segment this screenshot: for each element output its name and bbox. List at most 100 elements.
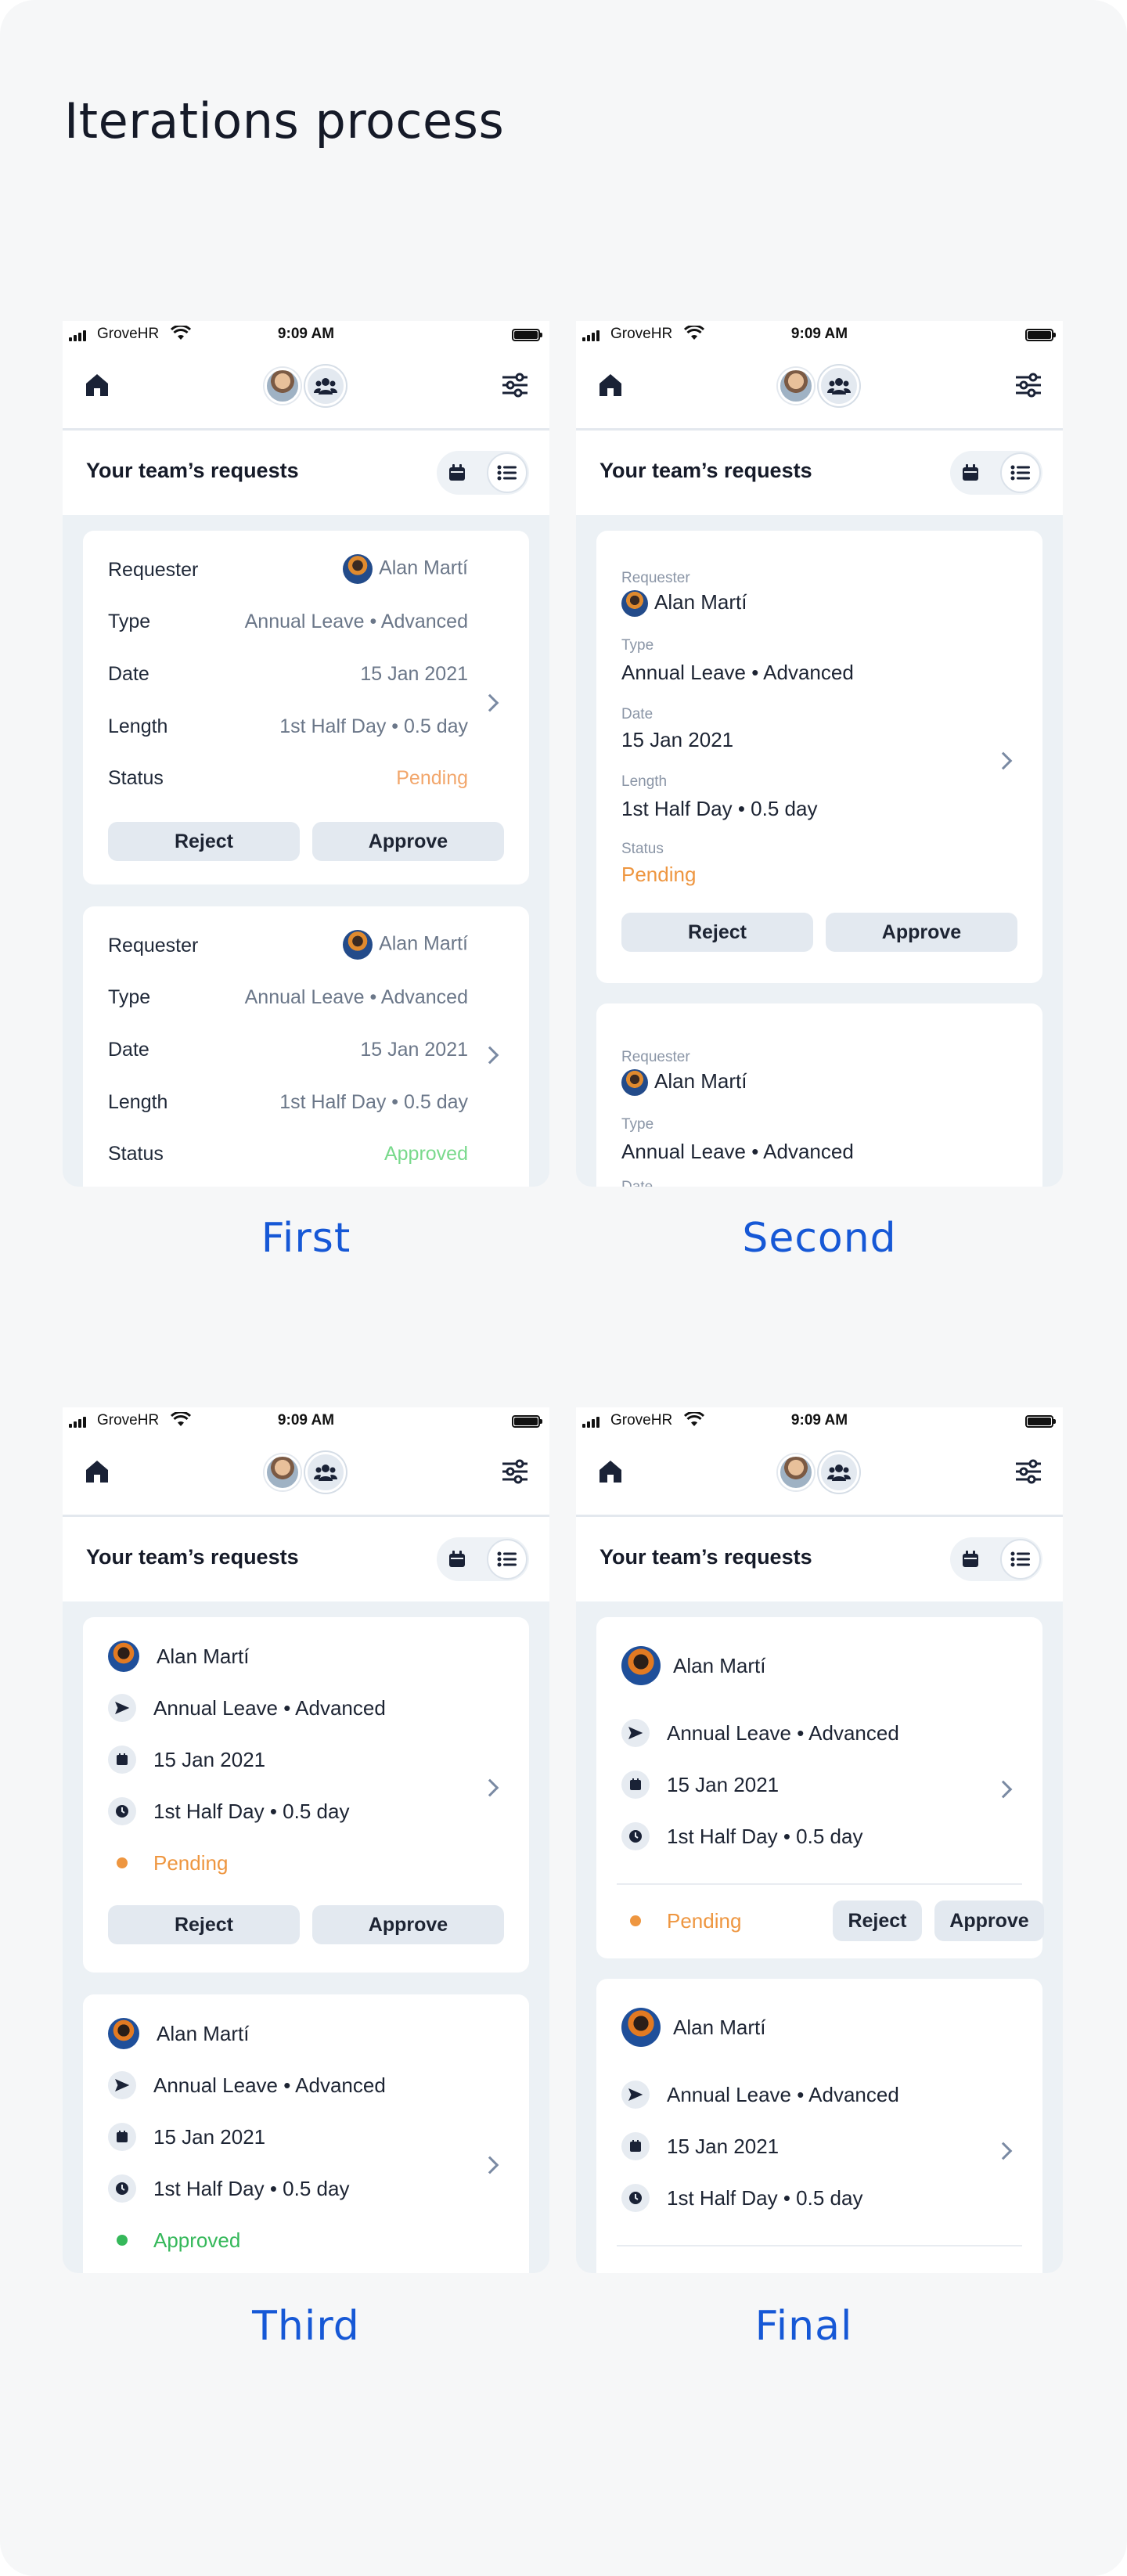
reject-button[interactable]: Reject: [108, 822, 300, 861]
chevron-right-icon[interactable]: [994, 1780, 1013, 1799]
home-icon[interactable]: [596, 371, 625, 399]
avatar[interactable]: [265, 368, 301, 404]
avatar: [108, 2018, 139, 2049]
requester-row: Alan Martí: [621, 2007, 766, 2048]
avatar[interactable]: [778, 368, 814, 404]
date-value: 15 Jan 2021: [153, 2124, 266, 2149]
list-view-button[interactable]: [487, 452, 527, 493]
date-row: Date 15 Jan 2021: [108, 658, 468, 690]
list-icon: [497, 1551, 517, 1567]
filter-icon[interactable]: [501, 1457, 529, 1486]
section-title: Your team’s requests: [600, 459, 812, 482]
length-row: Length 1st Half Day • 0.5 day: [108, 711, 468, 742]
length-label: Length: [108, 1091, 168, 1113]
home-icon[interactable]: [83, 1457, 111, 1486]
requester-name: Alan Martí: [379, 932, 468, 955]
view-toggle: [437, 1537, 529, 1581]
calendar-view-button[interactable]: [960, 1548, 981, 1570]
chevron-right-icon[interactable]: [994, 2142, 1013, 2160]
battery-icon: [512, 1415, 542, 1428]
status-value: Pending: [667, 1908, 742, 1933]
request-card[interactable]: Requester Alan Martí Type Annual Leave •…: [596, 1003, 1042, 1187]
avatar[interactable]: [265, 1454, 301, 1490]
list-icon: [497, 465, 517, 481]
phone-first: GroveHR 9:09 AM Your team’s requests Req…: [63, 321, 549, 1187]
team-button[interactable]: [305, 1452, 346, 1493]
length-value: 1st Half Day • 0.5 day: [667, 2185, 863, 2210]
team-button[interactable]: [305, 366, 346, 406]
filter-icon[interactable]: [1014, 1457, 1042, 1486]
view-switcher: [265, 366, 346, 406]
request-card[interactable]: Requester Alan Martí Type Annual Leave •…: [596, 531, 1042, 983]
type-row: Annual Leave • Advanced: [621, 1717, 899, 1749]
request-card[interactable]: Alan Martí Annual Leave • Advanced 15 Ja…: [596, 1617, 1044, 1958]
divider: [617, 2245, 1022, 2246]
status-row: Pending: [621, 1905, 741, 1937]
date-value: 15 Jan 2021: [360, 663, 468, 685]
team-button[interactable]: [819, 1452, 859, 1493]
approve-button[interactable]: Approve: [312, 1905, 504, 1944]
calendar-icon: [963, 464, 978, 481]
clock-time: 9:09 AM: [790, 1412, 848, 1429]
calendar-view-button[interactable]: [960, 462, 981, 484]
filter-icon[interactable]: [501, 371, 529, 399]
avatar[interactable]: [778, 1454, 814, 1490]
requester-row: Requester Alan Martí: [108, 554, 468, 585]
battery-icon: [512, 329, 542, 341]
avatar: [343, 930, 373, 960]
reject-button[interactable]: Reject: [833, 1900, 922, 1941]
type-value: Annual Leave • Advanced: [621, 661, 854, 684]
length-row: 1st Half Day • 0.5 day: [108, 1796, 349, 1827]
caption-first: First: [261, 1215, 351, 1262]
approve-button[interactable]: Approve: [934, 1900, 1044, 1941]
type-value: Annual Leave • Advanced: [153, 2073, 386, 2097]
type-row: Annual Leave • Advanced: [108, 2070, 386, 2101]
request-card[interactable]: Alan Martí Annual Leave • Advanced 15 Ja…: [596, 1979, 1042, 2273]
status-bar: GroveHR 9:09 AM: [576, 1407, 1063, 1434]
home-icon[interactable]: [83, 371, 111, 399]
requester-name: Alan Martí: [654, 1069, 747, 1093]
requester-label: Requester: [108, 559, 199, 581]
team-button[interactable]: [819, 366, 859, 406]
filter-icon[interactable]: [1014, 371, 1042, 399]
request-card[interactable]: Requester Alan Martí Type Annual Leave • A…: [83, 531, 529, 884]
approve-button[interactable]: Approve: [826, 913, 1017, 952]
calendar-view-button[interactable]: [446, 462, 468, 484]
length-value: 1st Half Day • 0.5 day: [667, 1824, 863, 1848]
status-row: Status Pending: [108, 762, 468, 794]
phone-second: GroveHR 9:09 AM Your team’s requests Req…: [576, 321, 1063, 1187]
home-icon[interactable]: [596, 1457, 625, 1486]
status-value: Approved: [383, 1143, 468, 1165]
view-switcher: [778, 366, 859, 406]
request-card[interactable]: Alan Martí Annual Leave • Advanced 15 Ja…: [83, 1994, 529, 2273]
length-row: Length 1st Half Day • 0.5 day: [108, 1086, 468, 1118]
chevron-right-icon[interactable]: [481, 1778, 499, 1797]
requester-value: Alan Martí: [343, 930, 468, 960]
request-card[interactable]: Requester Alan Martí Type Annual Leave • A…: [83, 906, 529, 1187]
date-value: 15 Jan 2021: [667, 2134, 780, 2158]
plane-icon: [621, 1719, 650, 1747]
request-card[interactable]: Alan Martí Annual Leave • Advanced 15 Ja…: [83, 1617, 529, 1973]
reject-button[interactable]: Reject: [621, 913, 813, 952]
chevron-right-icon[interactable]: [481, 694, 499, 712]
reject-button[interactable]: Reject: [108, 1905, 300, 1944]
approve-button[interactable]: Approve: [312, 822, 504, 861]
list-view-button[interactable]: [1000, 1539, 1041, 1580]
type-row: Type Annual Leave • Advanced: [108, 982, 468, 1013]
calendar-view-button[interactable]: [446, 1548, 468, 1570]
plane-icon: [108, 1694, 136, 1722]
status-label: Status: [108, 767, 164, 789]
chevron-right-icon[interactable]: [481, 1046, 499, 1065]
plane-icon: [621, 2081, 650, 2109]
length-label: Length: [621, 773, 668, 790]
calendar-icon: [621, 2132, 650, 2160]
action-buttons: Reject Approve: [108, 822, 504, 861]
view-toggle: [950, 1537, 1042, 1581]
chevron-right-icon[interactable]: [994, 751, 1013, 770]
chevron-right-icon[interactable]: [481, 2156, 499, 2174]
date-label: Date: [621, 706, 654, 722]
date-value: 15 Jan 2021: [360, 1039, 468, 1061]
date-label: Date: [108, 663, 149, 685]
list-view-button[interactable]: [487, 1539, 527, 1580]
list-view-button[interactable]: [1000, 452, 1041, 493]
